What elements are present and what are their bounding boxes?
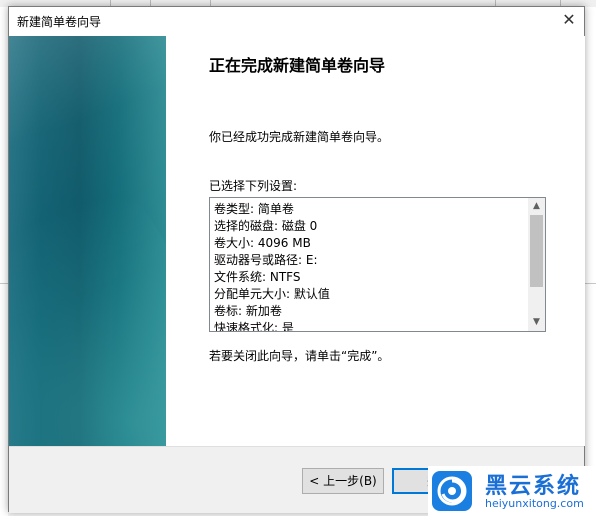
wizard-side-banner [9, 36, 166, 446]
back-button[interactable]: < 上一步(B) [302, 468, 384, 494]
settings-line: 分配单元大小: 默认值 [214, 287, 330, 301]
wizard-content: 正在完成新建简单卷向导 你已经成功完成新建简单卷向导。 已选择下列设置: 卷类型… [166, 36, 585, 446]
background-divider [0, 283, 8, 284]
scroll-down-arrow-icon[interactable]: ▼ [528, 314, 545, 331]
settings-scrollbar[interactable]: ▲ ▼ [528, 198, 545, 331]
site-watermark: 黑云系统 heiyunxitong.com [428, 466, 596, 516]
settings-line: 卷大小: 4096 MB [214, 236, 311, 250]
settings-line: 卷标: 新加卷 [214, 304, 282, 318]
close-button[interactable]: ✕ [554, 7, 584, 35]
settings-listbox[interactable]: 卷类型: 简单卷 选择的磁盘: 磁盘 0 卷大小: 4096 MB 驱动器号或路… [209, 197, 546, 332]
settings-line: 卷类型: 简单卷 [214, 202, 294, 216]
dialog-titlebar: 新建简单卷向导 ✕ [9, 7, 584, 35]
new-simple-volume-wizard-dialog: 新建简单卷向导 ✕ 正在完成新建简单卷向导 你已经成功完成新建简单卷向导。 已选… [8, 6, 585, 513]
watermark-url: heiyunxitong.com [485, 497, 584, 510]
wizard-heading: 正在完成新建简单卷向导 [209, 56, 386, 75]
closing-instruction: 若要关闭此向导，请单击“完成”。 [209, 349, 390, 363]
watermark-title: 黑云系统 [485, 474, 582, 499]
settings-line: 文件系统: NTFS [214, 270, 301, 284]
banner-decoration [9, 36, 166, 446]
settings-label: 已选择下列设置: [209, 179, 298, 193]
scroll-thumb[interactable] [530, 215, 543, 287]
settings-list: 卷类型: 简单卷 选择的磁盘: 磁盘 0 卷大小: 4096 MB 驱动器号或路… [214, 201, 526, 332]
close-icon: ✕ [562, 10, 576, 29]
settings-line: 驱动器号或路径: E: [214, 253, 318, 267]
settings-line: 快速格式化: 是 [214, 321, 294, 332]
wizard-intro-text: 你已经成功完成新建简单卷向导。 [209, 130, 390, 144]
scroll-up-arrow-icon[interactable]: ▲ [528, 198, 545, 215]
dialog-title: 新建简单卷向导 [17, 15, 102, 29]
settings-line: 选择的磁盘: 磁盘 0 [214, 219, 318, 233]
heiyun-logo-icon [432, 471, 472, 511]
background-right-strip [584, 7, 596, 516]
background-left-strip [0, 7, 8, 516]
background-divider [585, 283, 596, 284]
